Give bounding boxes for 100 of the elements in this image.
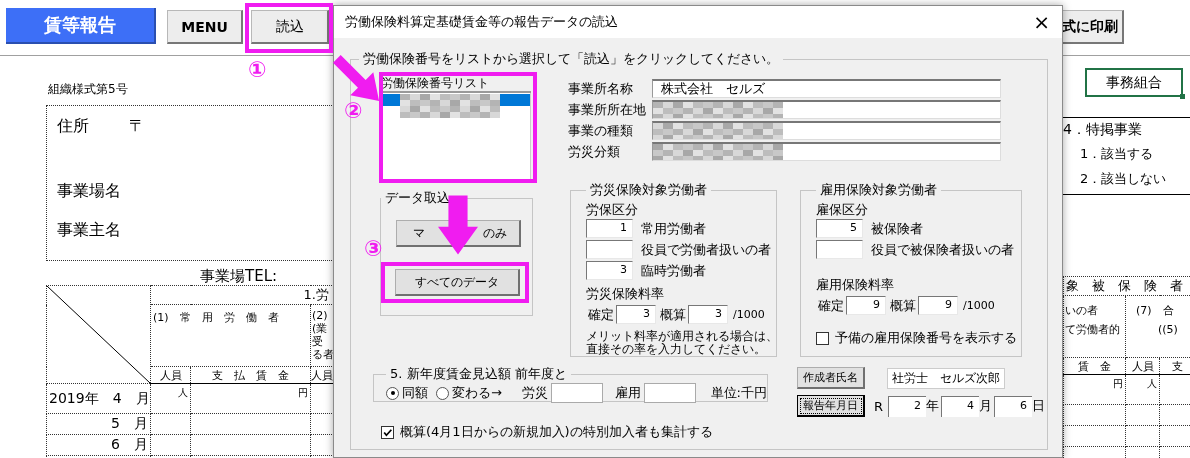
text-field[interactable] (652, 100, 1001, 119)
report-date-button[interactable]: 報告年月日 (796, 395, 865, 417)
unit-label: 人 (1147, 379, 1157, 389)
field-label: 事業所所在地 (568, 100, 647, 119)
field-label: 労保区分 (586, 201, 639, 218)
column-heading-fragment: (2) (312, 309, 329, 322)
number-field[interactable] (816, 240, 863, 259)
text-field[interactable]: 株式会社 セルズ (652, 79, 1001, 98)
number-field[interactable]: 1 (586, 219, 633, 238)
field-label: 雇用 (614, 384, 641, 402)
field-label: 役員で労働者扱いの者 (641, 240, 771, 259)
unit-label: /1000 (733, 308, 765, 321)
checkbox[interactable] (816, 331, 829, 345)
date-field[interactable]: 4 (941, 395, 979, 417)
field-label: 事業所名称 (568, 79, 634, 98)
window-title: 労働保険料算定基礎賃金等の報告データの読込 (345, 13, 619, 31)
author-name-field[interactable]: 社労士 セルズ次郎 (886, 367, 1005, 389)
number-field[interactable]: 3 (586, 261, 633, 280)
column-heading-fragment: 受 (312, 335, 323, 348)
field-label: 確定 (818, 296, 844, 315)
field-label: 臨時労働者 (641, 261, 706, 280)
all-data-button[interactable]: すべてのデータ (395, 269, 520, 296)
field-label: 常用労働者 (641, 219, 706, 238)
unit-label: 円 (298, 388, 308, 398)
column-heading-fragment: て労働者的 (1065, 322, 1121, 338)
note-text: メリット料率が適用される場合は、直接その率を入力してください。 (586, 330, 779, 356)
checkbox-label: 予備の雇用保険番号を表示する (835, 329, 1017, 347)
section-heading: 象 被 保 険 者 (1066, 278, 1183, 293)
selected-cell[interactable]: 事務組合 (1085, 68, 1183, 97)
option-text: 1．該当する (1080, 145, 1155, 163)
text-field[interactable] (652, 142, 1001, 161)
fill-handle[interactable] (1180, 94, 1185, 99)
list-item[interactable] (382, 94, 530, 106)
unit-label: 単位:千円 (710, 384, 767, 402)
text-field[interactable] (652, 121, 1001, 140)
era-label: R (873, 398, 883, 414)
radio-button[interactable] (436, 386, 449, 400)
field-label: 概算 (660, 305, 686, 324)
amount-field[interactable] (643, 383, 696, 403)
group-label: データ取込 (384, 189, 451, 207)
field-label: 労災 (521, 384, 548, 402)
group-label: 雇用保険対象労働者 (819, 181, 938, 199)
menu-button[interactable]: MENU (167, 10, 243, 44)
subheading: 人員 (159, 369, 182, 382)
unit-label: /1000 (963, 299, 995, 312)
unit-label: 日 (1032, 397, 1045, 415)
subheading: 人員 (1131, 360, 1154, 373)
site-label: 事業場名 (57, 181, 122, 201)
number-list[interactable] (381, 93, 531, 181)
unit-label: 月 (979, 397, 992, 415)
close-button[interactable]: × (1029, 10, 1054, 34)
date-field[interactable]: 2 (888, 395, 926, 417)
amount-field[interactable] (550, 383, 603, 403)
unit-label: 円 (1113, 379, 1123, 389)
field-label: 役員で被保険者扱いの者 (871, 240, 1014, 259)
field-label: 事業の種類 (568, 121, 634, 140)
radio-label: 変わる→ (452, 384, 502, 402)
number-field[interactable]: 5 (816, 219, 863, 238)
date-field[interactable]: 6 (994, 395, 1032, 417)
subheading: 支 (1172, 360, 1183, 373)
field-label: 労災分類 (568, 142, 621, 161)
radio-button[interactable] (386, 386, 399, 400)
field-label: 雇用保険料率 (816, 276, 895, 293)
subheading: 賃 金 (1078, 360, 1111, 373)
month-label: 5 月 (111, 415, 148, 431)
checkbox-label: 概算(4月1日からの新規加入)の特別加入者も集計する (400, 423, 713, 441)
address-label: 住所 (57, 116, 89, 136)
group-label: 5. 新年度賃金見込額 前年度と (389, 365, 568, 383)
unit-label: 年 (926, 397, 939, 415)
column-heading-fragment: いの者 (1065, 303, 1099, 319)
number-field[interactable] (586, 240, 633, 259)
group-label: 労働保険番号をリストから選択して「読込」をクリックしてください。 (362, 50, 780, 68)
report-title-button[interactable]: 賃等報告 (6, 8, 156, 44)
option-text: 2．該当しない (1080, 170, 1168, 188)
column-heading-fragment: (業 (312, 322, 329, 335)
subheading: 人員 (311, 369, 333, 382)
tel-label: 事業場TEL: (200, 267, 279, 285)
number-field[interactable]: 9 (918, 296, 958, 315)
month-label: 6 月 (111, 436, 148, 452)
pointer-arrow (438, 193, 478, 257)
checkbox[interactable] (381, 425, 394, 439)
owner-label: 事業主名 (57, 220, 122, 240)
number-field[interactable]: 9 (846, 296, 886, 315)
column-heading-fragment: ((5) (1157, 322, 1179, 338)
column-heading: (1) 常 用 労 働 者 (153, 311, 279, 324)
step-number: ② (344, 99, 363, 123)
postal-mark: 〒 (129, 116, 145, 136)
unit-label: 人 (178, 388, 188, 398)
form-number: 組織様式第5号 (48, 82, 129, 96)
author-name-button[interactable]: 作成者氏名 (796, 367, 865, 389)
field-label: 概算 (890, 296, 916, 315)
subheading: 支 払 賃 金 (212, 369, 289, 382)
step-number: ③ (364, 237, 383, 261)
number-field[interactable]: 3 (616, 305, 656, 324)
column-heading-fragment: る者 (312, 348, 333, 361)
read-button[interactable]: 読込 (251, 10, 329, 44)
group-label: 労災保険対象労働者 (589, 181, 708, 199)
number-field[interactable]: 3 (688, 305, 728, 324)
field-label: 確定 (588, 305, 614, 324)
radio-label: 同額 (402, 384, 428, 402)
